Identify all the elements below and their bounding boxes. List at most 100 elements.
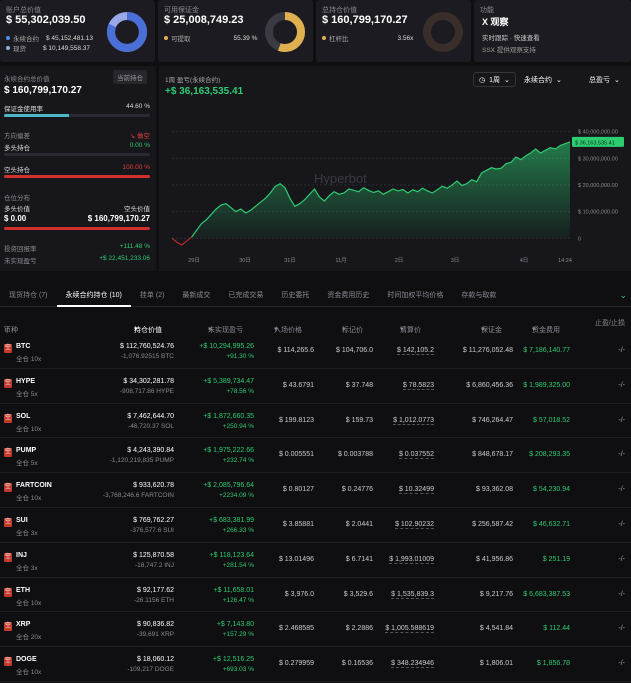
position-value: $ 7,462,644.70 xyxy=(127,412,174,420)
position-value: $ 769,762.27 xyxy=(133,516,174,524)
entry-price: $ 199.8123 xyxy=(278,416,314,424)
coin-name[interactable]: HYPE xyxy=(16,378,35,385)
entry-price: $ 3,976.0 xyxy=(284,590,314,598)
x-tick-label: 4日 xyxy=(520,257,529,264)
tab-twap[interactable]: 时间加权平均价格 xyxy=(378,285,452,307)
x-tick-label: 31日 xyxy=(284,257,296,264)
tpsl-value[interactable]: -/- xyxy=(618,486,625,493)
position-size: -1,120,219,835 PUMP xyxy=(109,457,174,465)
table-row[interactable]: 空 XRP 全仓 20x $ 90,836.82 -39,691 XRP +$ … xyxy=(0,612,631,648)
current-position-badge[interactable]: 当前持仓 xyxy=(113,70,147,84)
pnl-area xyxy=(191,141,570,239)
coin-name[interactable]: SUI xyxy=(16,517,28,524)
table-row[interactable]: 空 PUMP 全仓 5x $ 4,243,390.84 -1,120,219,8… xyxy=(0,438,631,474)
tpsl-value[interactable]: -/- xyxy=(618,556,625,563)
position-size: -908,717.86 HYPE xyxy=(119,387,174,395)
positions-table: 空 BTC 全仓 10x $ 112,760,524.76 -1,076.925… xyxy=(0,334,631,682)
tpsl-value[interactable]: -/- xyxy=(618,625,625,632)
position-value: $ 92,177.62 xyxy=(137,586,174,594)
table-row[interactable]: 空 DOGE 全仓 10x $ 18,060.12 -109,217 DOGE … xyxy=(0,647,631,682)
tpsl-value[interactable]: -/- xyxy=(618,521,625,528)
leverage: 全仓 20x xyxy=(16,634,42,642)
feature-name: X 观察 xyxy=(482,17,509,27)
position-value: $ 4,243,390.84 xyxy=(127,447,174,455)
entry-price: $ 2.468585 xyxy=(278,625,314,633)
table-row[interactable]: 空 INJ 全仓 3x $ 125,870.58 -18,747.2 INJ +… xyxy=(0,543,631,578)
tpsl-value[interactable]: -/- xyxy=(618,591,625,598)
tab-order-history[interactable]: 历史委托 xyxy=(272,285,318,307)
tab-latest-fills[interactable]: 最新成交 xyxy=(173,285,219,307)
pnl-chart: Hyperbot $ 40,000,000.00 $ 30,000,000.00 $… xyxy=(171,130,624,264)
mark-price: $ 159.73 xyxy=(345,416,373,424)
coin-name[interactable]: DOGE xyxy=(16,656,37,663)
margin-value: $ 1,806.01 xyxy=(479,660,513,668)
tab-deposits[interactable]: 存款与取款 xyxy=(452,285,505,307)
margin-value: $ 41,956.86 xyxy=(476,555,513,563)
upnl-value: +$ 1,872,660.35 xyxy=(203,412,254,420)
leverage: 全仓 3x xyxy=(16,529,38,537)
coin-name[interactable]: SOL xyxy=(16,413,30,420)
margin-usage-label: 保证金使用率 xyxy=(4,106,43,113)
tpsl-value[interactable]: -/- xyxy=(618,417,625,424)
sort-icon: ▾ xyxy=(208,326,212,333)
coin-name[interactable]: INJ xyxy=(16,552,27,559)
direction-value: 做空 xyxy=(137,133,150,140)
short-badge: 空 xyxy=(4,413,12,423)
table-row[interactable]: 空 SUI 全仓 3x $ 769,762.27 -376,577.6 SUI … xyxy=(0,508,631,543)
sort-icon: ▾ xyxy=(342,326,346,333)
chevron-down-icon[interactable]: ⌄ xyxy=(619,290,627,301)
coin-name[interactable]: XRP xyxy=(16,621,30,628)
coin-name[interactable]: FARTCOIN xyxy=(16,482,52,489)
position-size: -376,577.6 SUI xyxy=(130,526,174,534)
upnl-roe: +266.33 % xyxy=(222,526,254,534)
tpsl-value[interactable]: -/- xyxy=(618,660,625,667)
position-value: $ 34,302,281.78 xyxy=(123,377,174,385)
liq-price: $ 1,993.01009 xyxy=(389,555,434,564)
coin-name[interactable]: BTC xyxy=(16,343,30,350)
liq-price: $ 78.5823 xyxy=(402,381,434,390)
position-value: $ 125,870.58 xyxy=(133,551,174,559)
tab-perp[interactable]: 永续合约持仓 (10) xyxy=(56,285,131,307)
entry-price: $ 0.80127 xyxy=(282,486,314,494)
table-row[interactable]: 空 FARTCOIN 全仓 10x $ 933,620.78 -3,768,24… xyxy=(0,473,631,508)
position-value: $ 933,620.78 xyxy=(133,482,174,490)
entry-price: $ 43.6791 xyxy=(282,381,314,389)
position-value: $ 18,060.12 xyxy=(137,656,174,664)
tab-open-orders[interactable]: 挂单 (2) xyxy=(131,285,174,307)
long-value-label: 多头价值 xyxy=(4,206,30,213)
funding-value: $ 7,186,140.77 xyxy=(523,347,570,354)
tab-funding-history[interactable]: 资金费用历史 xyxy=(318,285,378,307)
short-badge: 空 xyxy=(4,483,12,493)
position-value: $ 112,760,524.76 xyxy=(120,343,174,350)
mark-price: $ 0.003788 xyxy=(337,451,373,459)
funding-value: $ 1,989,325.00 xyxy=(523,381,570,389)
liq-price: $ 10.32499 xyxy=(398,486,434,495)
funding-value: $ 1,856.78 xyxy=(536,660,570,668)
perp-value: $ 160,799,170.27 xyxy=(4,85,82,96)
table-row[interactable]: 空 ETH 全仓 10x $ 92,177.62 -26.1156 ETH +$… xyxy=(0,578,631,613)
tpsl-value[interactable]: -/- xyxy=(618,347,625,354)
perp-amount: $ 45,152,481.13 xyxy=(46,34,93,42)
short-value-label: 空头价值 xyxy=(124,206,150,213)
watermark: Hyperbot xyxy=(314,171,367,186)
tpsl-value[interactable]: -/- xyxy=(618,382,625,389)
coin-name[interactable]: PUMP xyxy=(16,447,36,454)
margin-value: $ 11,276,052.48 xyxy=(462,347,513,354)
feature-card[interactable]: 功能 X 观察 实时跟踪 · 快速查看 SSX 提供观察支持 xyxy=(474,0,631,62)
margin-usage-value: 44.60 % xyxy=(126,103,150,110)
table-row[interactable]: 空 SOL 全仓 10x $ 7,462,644.70 -46,720.37 S… xyxy=(0,404,631,439)
mark-price: $ 6.7141 xyxy=(345,555,373,563)
spot-label: 现货 xyxy=(13,46,26,53)
coin-name[interactable]: ETH xyxy=(16,587,30,594)
short-badge: 空 xyxy=(4,587,12,597)
tab-completed-trades[interactable]: 已完成交易 xyxy=(219,285,272,307)
table-row[interactable]: 空 BTC 全仓 10x $ 112,760,524.76 -1,076.925… xyxy=(0,334,631,369)
liq-price: $ 1,005.588619 xyxy=(385,625,434,634)
upnl-roe: +232.74 % xyxy=(222,457,254,465)
upnl-value: +$ 1,975,222.66 xyxy=(203,447,254,455)
tab-spot[interactable]: 现货持仓 (7) xyxy=(0,285,57,307)
account-card: 账户总价值 $ 55,302,039.50 永续合约 $ 45,152,481.1… xyxy=(0,0,155,62)
tpsl-value[interactable]: -/- xyxy=(618,451,625,458)
position-size: -26.1156 ETH xyxy=(134,596,174,604)
table-row[interactable]: 空 HYPE 全仓 5x $ 34,302,281.78 -908,717.86… xyxy=(0,369,631,404)
